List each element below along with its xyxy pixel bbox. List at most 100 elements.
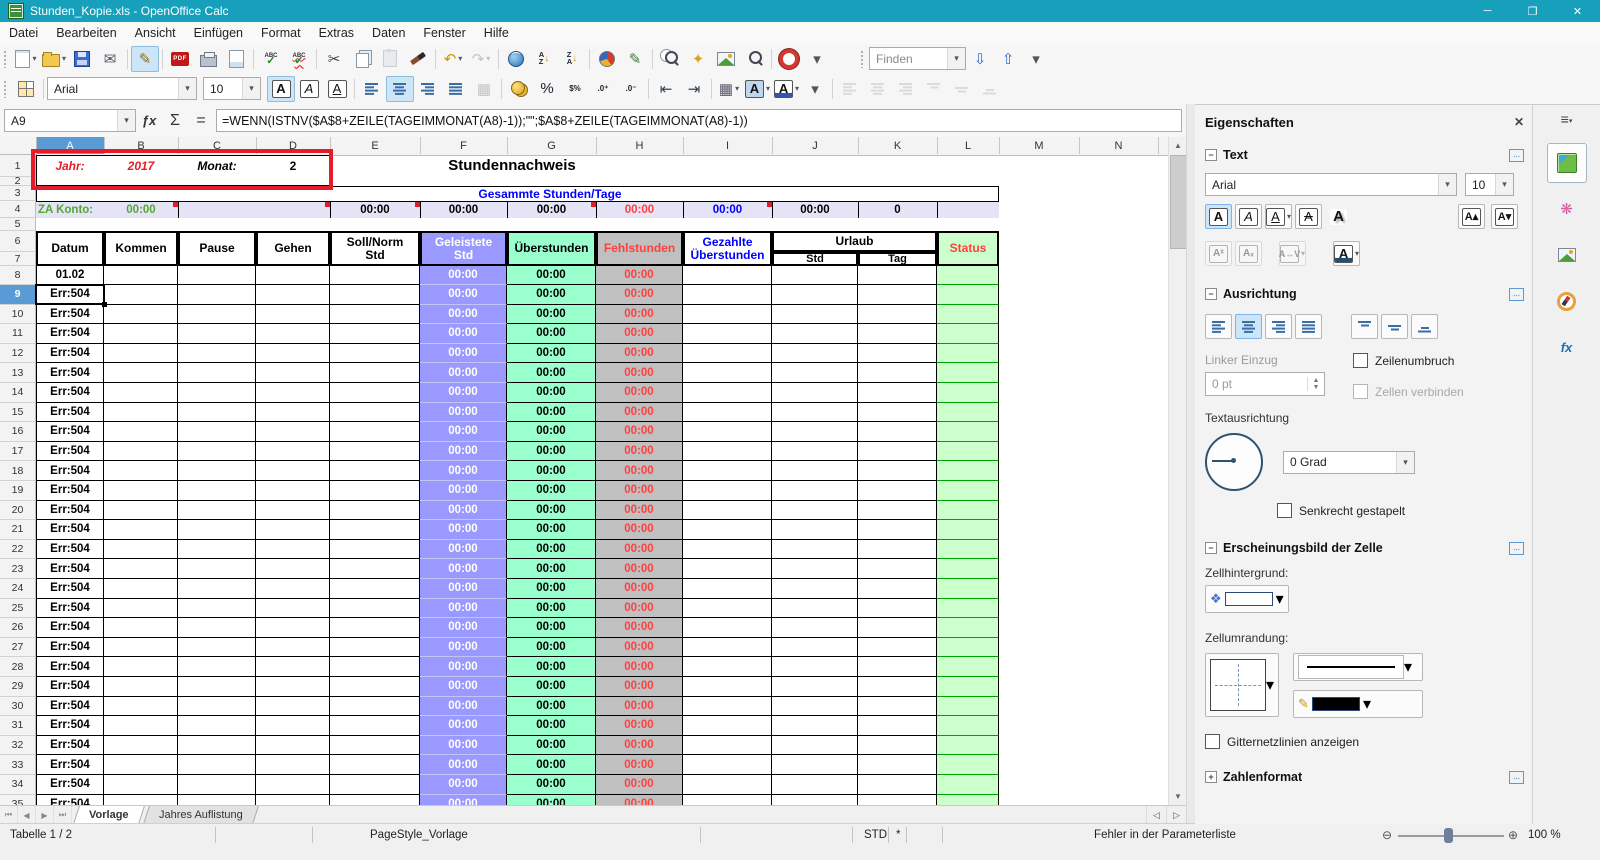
cell-l20[interactable] (937, 500, 999, 521)
increase-indent-button[interactable]: ⇥ (680, 76, 708, 102)
cell-a21[interactable]: Err:504 (36, 520, 104, 540)
cell-g30[interactable]: 00:00 (507, 696, 596, 717)
cell-d8[interactable] (256, 266, 330, 285)
decrease-indent-button[interactable]: ⇤ (652, 76, 680, 102)
cell-j21[interactable] (772, 520, 858, 540)
sidebar-align-center-button[interactable] (1235, 314, 1262, 339)
cell-e28[interactable] (330, 657, 420, 677)
cell-i19[interactable] (683, 481, 772, 501)
cell-h23[interactable]: 00:00 (596, 559, 683, 579)
cell-k31[interactable] (858, 716, 937, 736)
cell-k19[interactable] (858, 481, 937, 501)
cell-a18[interactable]: Err:504 (36, 461, 104, 481)
cell-a12[interactable]: Err:504 (36, 343, 104, 364)
column-header-e[interactable]: E (330, 137, 421, 154)
find-input[interactable]: Finden ▾ (869, 47, 967, 70)
toolbar-overflow-button[interactable]: ▾ (1022, 46, 1050, 72)
row-header-8[interactable]: 8 (0, 266, 36, 285)
summary-value-f[interactable]: 00:00 (420, 201, 507, 218)
cell-h31[interactable]: 00:00 (596, 716, 683, 736)
cell-c35[interactable] (178, 794, 256, 805)
formula-input[interactable] (216, 109, 1182, 132)
summary-value-j[interactable]: 00:00 (772, 201, 858, 218)
cell-l12[interactable] (937, 343, 999, 364)
cell-j15[interactable] (772, 402, 858, 423)
save-button[interactable] (68, 46, 96, 72)
zoom-slider-thumb[interactable] (1444, 828, 1453, 843)
cell-e29[interactable] (330, 677, 420, 697)
email-button[interactable]: ✉ (96, 46, 124, 72)
cell-g12[interactable]: 00:00 (507, 343, 596, 364)
cell-e21[interactable] (330, 520, 420, 540)
cell-l24[interactable] (937, 579, 999, 599)
cell-e31[interactable] (330, 716, 420, 736)
cell-k25[interactable] (858, 598, 937, 619)
last-sheet-icon[interactable]: ⏭ (54, 806, 72, 824)
cell-j9[interactable] (772, 285, 858, 305)
cell-l10[interactable] (937, 304, 999, 325)
standard-format-button[interactable]: $% (561, 76, 589, 102)
cell-b32[interactable] (104, 735, 178, 756)
scroll-down-icon[interactable]: ▼ (1169, 788, 1186, 805)
cell-a26[interactable]: Err:504 (36, 618, 104, 638)
maximize-button[interactable]: ❐ (1510, 0, 1555, 22)
sort-descending-button[interactable]: Z A ↓ (558, 46, 586, 72)
sidebar-close-icon[interactable]: ✕ (1514, 115, 1524, 129)
cell-h35[interactable]: 00:00 (596, 794, 683, 805)
row-header-26[interactable]: 26 (0, 618, 36, 638)
cell-f20[interactable]: 00:00 (420, 500, 507, 521)
cell-g20[interactable]: 00:00 (507, 500, 596, 521)
cell-e34[interactable] (330, 775, 420, 795)
cell-j16[interactable] (772, 422, 858, 442)
valign-middle-button[interactable] (1381, 314, 1408, 339)
selection-handle[interactable] (102, 301, 107, 307)
cell-b25[interactable] (104, 598, 178, 619)
cell-g27[interactable]: 00:00 (507, 637, 596, 658)
cell-b23[interactable] (104, 559, 178, 579)
cell-d13[interactable] (256, 363, 330, 383)
cell-l25[interactable] (937, 598, 999, 619)
cell-l32[interactable] (937, 735, 999, 756)
cell-c16[interactable] (178, 422, 256, 442)
cell-a27[interactable]: Err:504 (36, 637, 104, 658)
sidebar-italic-button[interactable]: A (1235, 204, 1262, 229)
cell-j11[interactable] (772, 324, 858, 344)
header-gezahlte[interactable]: Gezahlte Überstunden (683, 231, 772, 266)
cell-i31[interactable] (683, 716, 772, 736)
name-box[interactable]: A9 ▾ (4, 109, 136, 132)
cell-a11[interactable]: Err:504 (36, 324, 104, 344)
row-header-32[interactable]: 32 (0, 735, 36, 756)
cell-f15[interactable]: 00:00 (420, 402, 507, 423)
cell-f26[interactable]: 00:00 (420, 618, 507, 638)
menu-format[interactable]: Format (252, 22, 310, 44)
cell-g35[interactable]: 00:00 (507, 794, 596, 805)
cell-d17[interactable] (256, 441, 330, 462)
cell-j20[interactable] (772, 500, 858, 521)
cell-k17[interactable] (858, 441, 937, 462)
cell-j28[interactable] (772, 657, 858, 677)
spreadsheet-grid[interactable]: ABCDEFGHIJKLMN Jahr: 2017 Monat: 2 Stund… (0, 137, 1186, 805)
vertically-stacked-checkbox[interactable]: Senkrecht gestapelt (1277, 503, 1532, 518)
cell-c27[interactable] (178, 637, 256, 658)
cell-f14[interactable]: 00:00 (420, 383, 507, 403)
spellcheck-button[interactable]: ABC ✓ (257, 46, 285, 72)
cell-c19[interactable] (178, 481, 256, 501)
cell-k21[interactable] (858, 520, 937, 540)
row-header-4[interactable]: 4 (0, 201, 36, 218)
cell-g9[interactable]: 00:00 (507, 285, 596, 305)
header-gehen[interactable]: Gehen (256, 231, 330, 266)
alignment-dialog-launcher-icon[interactable]: ⋯ (1509, 287, 1524, 301)
summary-value-k[interactable]: 0 (858, 201, 937, 218)
cell-c21[interactable] (178, 520, 256, 540)
cell-f18[interactable]: 00:00 (420, 461, 507, 481)
paste-button[interactable] (376, 46, 404, 72)
cell-d27[interactable] (256, 637, 330, 658)
cell-g34[interactable]: 00:00 (507, 775, 596, 795)
column-header-g[interactable]: G (507, 137, 597, 154)
cell-e14[interactable] (330, 383, 420, 403)
menu-datei[interactable]: Datei (0, 22, 47, 44)
navigator-button[interactable]: ✦ (684, 46, 712, 72)
border-style-picker[interactable]: ▾ (1205, 653, 1280, 717)
cell-d29[interactable] (256, 677, 330, 697)
cell-j33[interactable] (772, 755, 858, 775)
